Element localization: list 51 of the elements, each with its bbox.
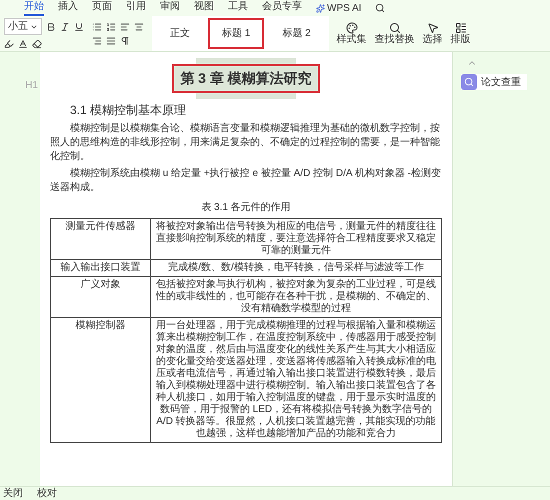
format-icon[interactable] [4, 39, 14, 49]
paragraph-icon[interactable] [92, 36, 102, 46]
sparkle-icon [316, 4, 325, 12]
search-icon[interactable] [375, 3, 386, 13]
paragraph-icon[interactable] [92, 22, 102, 32]
paragraph-icon[interactable] [134, 22, 144, 32]
menu-tab[interactable]: 会员专享 [262, 0, 302, 16]
body-paragraph: 模糊控制是以模糊集合论、模糊语言变量和模糊逻辑推理为基础的微机数字控制，按照人的思维构造的非线形控制，用来满足复杂的、不确定的过程控制的需要，是一种智能化控制。 [50, 122, 441, 164]
table-cell: 测量元件传感器 [50, 218, 150, 260]
style-preset[interactable]: 正文 [156, 18, 204, 49]
table-cell: 模糊控制器 [50, 318, 150, 442]
paragraph-icon[interactable] [106, 36, 116, 46]
ai-button[interactable]: WPS AI [316, 0, 362, 16]
tool-icon [426, 22, 439, 34]
menu-tab[interactable]: 引用 [126, 0, 146, 16]
format-icon[interactable] [60, 22, 70, 32]
tool-button[interactable]: 选择 [422, 22, 443, 46]
style-preset[interactable]: 标题 1 [208, 18, 264, 49]
table-cell: 将被控对象输出信号转换为相应的电信号，测量元件的精度往往直接影响控制系统的精度，要注意选择符合工程精度要求又稳定可靠的测量元件 [150, 218, 442, 260]
tool-icon [346, 22, 358, 34]
format-icon[interactable] [74, 22, 84, 32]
format-icon[interactable] [46, 22, 56, 32]
menu-tab[interactable]: 页面 [92, 0, 112, 16]
tool-icon [388, 22, 401, 34]
table-cell: 输入输出接口装置 [50, 260, 150, 276]
chapter-title: 第 3 章 模糊算法研究 [172, 64, 320, 93]
menu-tab[interactable]: 审阅 [160, 0, 180, 16]
paragraph-icon[interactable] [106, 22, 116, 32]
paragraph-icon[interactable] [120, 36, 130, 46]
format-icon[interactable] [32, 39, 42, 49]
plagiarism-check-button[interactable]: 论文查重 [461, 74, 527, 90]
format-icon[interactable] [18, 39, 28, 49]
status-item[interactable]: 关闭 [3, 486, 23, 500]
table-cell: 广义对象 [50, 276, 150, 318]
style-preset[interactable]: 标题 2 [268, 18, 325, 49]
menu-tab[interactable]: 工具 [228, 0, 248, 16]
table-cell: 完成模/数、数/模转换，电平转换，信号采样与滤波等工作 [150, 260, 442, 276]
menu-tab[interactable]: 视图 [194, 0, 214, 16]
font-size-field[interactable]: 小五 [4, 18, 42, 35]
body-paragraph: 模糊控制系统由模糊 u 给定量 +执行被控 e 被控量 A/D 控制 D/A 机构对象器 -检测变送器构成。 [50, 167, 442, 195]
tool-button[interactable]: 查找替换 [374, 22, 415, 46]
paragraph-icon[interactable] [120, 22, 130, 32]
section-title: 3.1 模糊控制基本原理 [70, 102, 188, 119]
table-cell: 包括被控对象与执行机构，被控对象为复杂的工业过程，可是线性的或非线性的，也可能存在各种干扰，是模糊的、不确定的、没有精确数学模型的过程 [150, 276, 442, 318]
table-cell: 用一台处理器，用于完成模糊推理的过程与根据输入量和模糊运算来出模糊控制工作，在温度控制系统中，传感器用于感受控制对象的温度，然后由与温度变化的线性关系产生与其大小相适应的变化量交给变送器处理，变送器将传感器输入转换成标准的电压或者电流信号，再通过输入输出接口装置进行模数转换，最后输入到模糊处理器中进行模糊控制。输入输出接口装置包含了各种人机接口，如用于输入控制温度的键盘，用于显示实时温度的数码管，用于报警的 LED，还有将模拟信号转换为数字信号的 A/D 转换器等。很显然，人机接口装置越完善，其能实现的功能也越强，这样也越能增加产品的功能和竞合力 [150, 318, 442, 442]
tool-icon [454, 22, 467, 34]
tool-button[interactable]: 排版 [450, 22, 471, 46]
tool-button[interactable]: 样式集 [336, 22, 367, 46]
table-caption: 表 3.1 各元件的作用 [200, 200, 292, 215]
menu-tab[interactable]: 插入 [58, 0, 78, 16]
status-item[interactable]: 校对 [37, 486, 57, 500]
